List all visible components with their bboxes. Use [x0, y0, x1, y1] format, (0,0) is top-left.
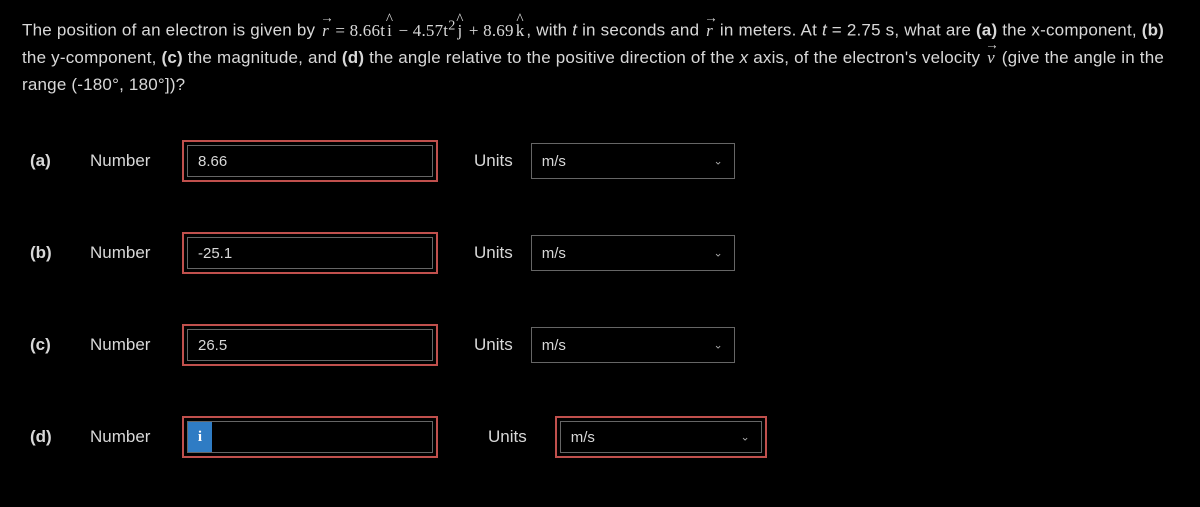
- part-id: (c): [30, 335, 90, 355]
- units-label: Units: [474, 335, 513, 355]
- number-input-c[interactable]: [187, 329, 433, 361]
- unit-vector-k: k: [514, 17, 527, 44]
- units-select-d[interactable]: m/s: [560, 421, 762, 453]
- part-id: (b): [30, 243, 90, 263]
- part-a-row: (a) Number Units m/s ⌄: [30, 140, 1178, 182]
- info-icon[interactable]: i: [187, 421, 212, 453]
- units-select-c[interactable]: m/s: [531, 327, 735, 363]
- part-b-row: (b) Number Units m/s ⌄: [30, 232, 1178, 274]
- number-input-wrap: [182, 324, 438, 366]
- vector-r: r: [320, 17, 331, 44]
- unit-vector-j: j: [456, 17, 465, 44]
- units-select-wrap: m/s ⌄: [555, 416, 767, 458]
- number-label: Number: [90, 243, 182, 263]
- part-c-row: (c) Number Units m/s ⌄: [30, 324, 1178, 366]
- number-input-wrap: i: [182, 416, 438, 458]
- answer-parts: (a) Number Units m/s ⌄ (b) Number Units …: [22, 140, 1178, 458]
- number-input-wrap: [182, 140, 438, 182]
- unit-vector-i: i: [385, 17, 394, 44]
- part-id: (d): [30, 427, 90, 447]
- number-label: Number: [90, 427, 182, 447]
- number-label: Number: [90, 151, 182, 171]
- units-label: Units: [474, 151, 513, 171]
- units-select-b[interactable]: m/s: [531, 235, 735, 271]
- units-label: Units: [474, 243, 513, 263]
- part-id: (a): [30, 151, 90, 171]
- vector-v: v: [985, 44, 997, 71]
- part-d-row: (d) Number i Units m/s ⌄: [30, 416, 1178, 458]
- units-select-wrap: m/s ⌄: [531, 327, 735, 363]
- problem-statement: The position of an electron is given by …: [22, 14, 1178, 98]
- units-label: Units: [488, 427, 527, 447]
- number-input-d[interactable]: [212, 421, 433, 453]
- units-select-wrap: m/s ⌄: [531, 235, 735, 271]
- number-input-a[interactable]: [187, 145, 433, 177]
- number-input-wrap: [182, 232, 438, 274]
- units-select-a[interactable]: m/s: [531, 143, 735, 179]
- number-label: Number: [90, 335, 182, 355]
- units-select-wrap: m/s ⌄: [531, 143, 735, 179]
- vector-r: r: [704, 17, 715, 44]
- number-input-b[interactable]: [187, 237, 433, 269]
